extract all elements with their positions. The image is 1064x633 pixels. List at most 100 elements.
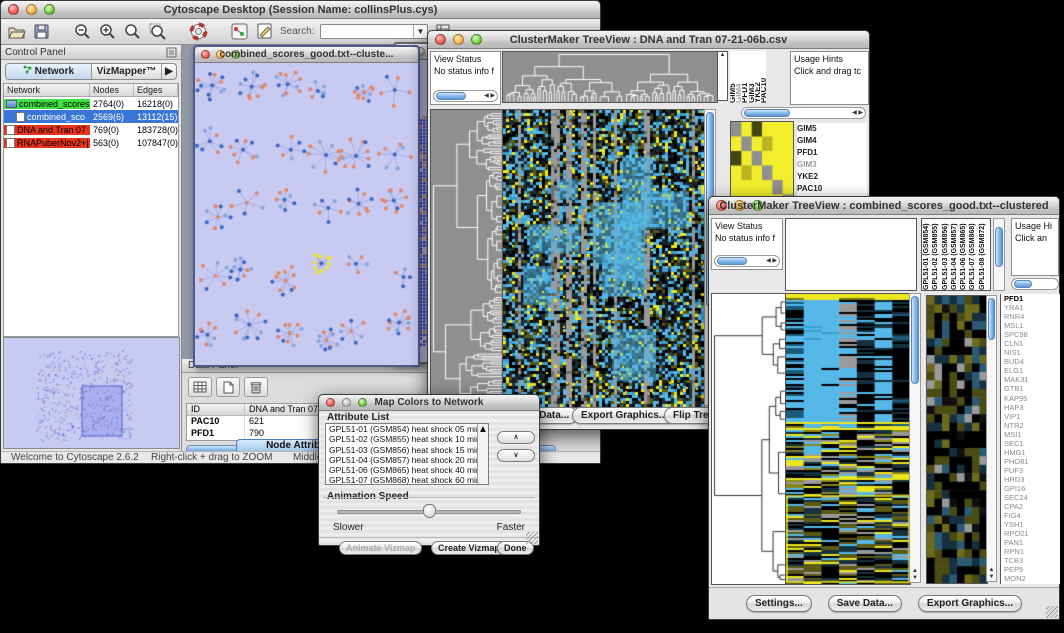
treeview1-titlebar[interactable]: ClusterMaker TreeView : DNA and Tran 07-… <box>428 31 869 49</box>
column-label[interactable]: GPL51-08 (GSM872) <box>978 219 987 290</box>
usage-hints-scrollbar[interactable] <box>1011 278 1059 290</box>
column-label[interactable]: GIM3 <box>749 51 754 103</box>
zoom-fit-icon[interactable] <box>123 22 142 41</box>
zoomed-heatmap-scrollbar[interactable]: ▲▼ <box>986 295 997 582</box>
column-dendrogram-canvas[interactable] <box>502 51 718 103</box>
resize-grip-icon[interactable] <box>1046 606 1058 618</box>
gene-label[interactable]: SEC24 <box>1001 493 1060 502</box>
col-id[interactable]: ID <box>187 404 245 415</box>
heatmap-vertical-scrollbar[interactable]: ▲▼ <box>909 293 921 583</box>
gene-label[interactable]: PUF3 <box>1001 466 1060 475</box>
search-dropdown-arrow-icon[interactable]: ▼ <box>413 25 426 38</box>
column-label[interactable]: GPL51-01 (GSM854) <box>922 219 931 290</box>
open-file-icon[interactable] <box>7 22 26 41</box>
col-edges[interactable]: Edges <box>134 84 178 96</box>
gene-label[interactable]: MAK31 <box>1001 375 1060 384</box>
create-vizmap-button[interactable]: Create Vizmap <box>431 541 507 555</box>
settings-button[interactable]: Settings... <box>746 595 812 612</box>
col-network[interactable]: Network <box>4 84 90 96</box>
attribute-item[interactable]: GPL51-04 (GSM857) heat shock 20 min <box>326 455 488 465</box>
gene-label[interactable]: GIM4 <box>797 135 867 147</box>
col-nodes[interactable]: Nodes <box>90 84 134 96</box>
row-dendrogram-canvas[interactable] <box>711 293 787 585</box>
attribute-select-button[interactable] <box>188 377 212 397</box>
column-label[interactable]: GPL51-02 (GSM855) <box>931 219 940 290</box>
gene-label[interactable]: MON2 <box>1001 574 1060 583</box>
column-label[interactable]: GIM4 <box>736 51 741 103</box>
gene-label[interactable]: GTB1 <box>1001 384 1060 393</box>
network-row-combined-scores[interactable]: combined_scores 2764(0) 16218(0) <box>4 97 178 110</box>
gene-label[interactable]: RPN1 <box>1001 547 1060 556</box>
gene-label[interactable]: CPA2 <box>1001 502 1060 511</box>
scroll-arrows-icon[interactable]: ▲▼ <box>987 567 996 581</box>
column-scroll-strip[interactable]: ▲ <box>717 51 728 101</box>
gene-label[interactable]: PAC10 <box>797 183 867 195</box>
scroll-arrows-icon[interactable]: ◀ ▶ <box>766 257 777 266</box>
gene-label[interactable]: BUD4 <box>1001 357 1060 366</box>
gene-label[interactable]: PEP5 <box>1001 565 1060 574</box>
scroll-arrows-icon[interactable]: ▲▼ <box>910 568 920 582</box>
float-panel-icon[interactable] <box>166 47 177 58</box>
resize-grip-icon[interactable] <box>526 532 538 544</box>
main-titlebar[interactable]: Cytoscape Desktop (Session Name: collins… <box>1 1 600 19</box>
heatmap-canvas[interactable] <box>502 109 705 408</box>
export-graphics-button[interactable]: Export Graphics... <box>572 407 676 424</box>
attribute-item[interactable]: GPL51-03 (GSM856) heat shock 15 min <box>326 445 488 455</box>
gene-label[interactable]: RPO21 <box>1001 529 1060 538</box>
column-label[interactable]: PFD1 <box>742 51 747 103</box>
scroll-arrows-icon[interactable]: ◀ ▶ <box>852 109 863 118</box>
help-lifesaver-icon[interactable] <box>189 22 208 41</box>
move-up-button[interactable]: ∧ <box>497 431 535 444</box>
scroll-down-icon[interactable]: ▼ <box>488 424 489 435</box>
gene-label[interactable]: FIG4 <box>1001 511 1060 520</box>
gene-label[interactable]: NTR2 <box>1001 421 1060 430</box>
network1-titlebar[interactable]: combined_scores_good.txt--cluste... <box>195 47 418 63</box>
gene-label[interactable]: MSI1 <box>1001 430 1060 439</box>
column-label[interactable]: GPL51-04 (GSM857) <box>950 219 959 290</box>
attribute-item[interactable]: GPL51-06 (GSM865) heat shock 40 min <box>326 465 488 475</box>
gene-label[interactable]: YRA1 <box>1001 303 1060 312</box>
vizmapper-icon[interactable] <box>230 22 249 41</box>
gene-label[interactable]: RNR4 <box>1001 312 1060 321</box>
zoomed-heatmap-canvas[interactable] <box>926 295 988 584</box>
gene-label[interactable]: HAP3 <box>1001 403 1060 412</box>
view-status-scrollbar[interactable]: ◀ ▶ <box>714 255 780 267</box>
gene-label[interactable]: PAN1 <box>1001 538 1060 547</box>
scroll-arrows-icon[interactable]: ◀ ▶ <box>484 92 495 101</box>
gene-label[interactable]: PHO81 <box>1001 457 1060 466</box>
column-label[interactable]: GPL51-07 (GSM868) <box>968 219 977 290</box>
dialog-titlebar[interactable]: Map Colors to Network <box>319 395 539 411</box>
column-labels-scrollbar[interactable] <box>993 218 1005 291</box>
treeview2-titlebar[interactable]: ClusterMaker TreeView : combined_scores_… <box>709 197 1059 215</box>
gene-label[interactable]: GIM5 <box>797 123 867 135</box>
tab-overflow-arrow[interactable]: ▶ <box>162 64 176 79</box>
gene-label[interactable]: HRD3 <box>1001 475 1060 484</box>
column-label[interactable]: PAC10 <box>761 51 766 103</box>
network1-view-canvas[interactable] <box>195 63 418 365</box>
gene-label[interactable]: SPC98 <box>1001 330 1060 339</box>
zoom-in-icon[interactable] <box>98 22 117 41</box>
export-graphics-button[interactable]: Export Graphics... <box>918 595 1022 612</box>
attribute-item[interactable]: GPL51-07 (GSM868) heat shock 60 min <box>326 475 488 485</box>
create-attribute-button[interactable] <box>216 377 240 397</box>
gene-label[interactable]: MSL1 <box>1001 321 1060 330</box>
gene-label[interactable]: PFD1 <box>797 147 867 159</box>
heatmap-canvas[interactable] <box>785 293 911 585</box>
attribute-list-scrollbar[interactable]: ▲▼ <box>477 424 488 484</box>
row-dendrogram-canvas[interactable] <box>430 109 503 408</box>
tab-vizmapper[interactable]: VizMapper™ <box>92 64 162 79</box>
zoom-out-icon[interactable] <box>73 22 92 41</box>
attribute-item[interactable]: GPL51-01 (GSM854) heat shock 05 min <box>326 424 488 434</box>
zoom-panel-scrollbar[interactable]: ◀ ▶ <box>741 107 866 119</box>
gene-label[interactable]: YKE2 <box>797 171 867 183</box>
gene-label[interactable]: NIS1 <box>1001 348 1060 357</box>
gene-label[interactable]: ELG1 <box>1001 366 1060 375</box>
annotation-icon[interactable] <box>255 22 274 41</box>
animate-vizmap-button[interactable]: Animate Vizmap <box>339 541 422 555</box>
gene-label[interactable]: YSH1 <box>1001 520 1060 529</box>
save-icon[interactable] <box>32 22 51 41</box>
tab-network[interactable]: Network <box>6 64 92 79</box>
column-label[interactable]: GPL51-03 (GSM856) <box>941 219 950 290</box>
gene-label[interactable]: SEC1 <box>1001 439 1060 448</box>
gene-label[interactable]: HMG1 <box>1001 448 1060 457</box>
